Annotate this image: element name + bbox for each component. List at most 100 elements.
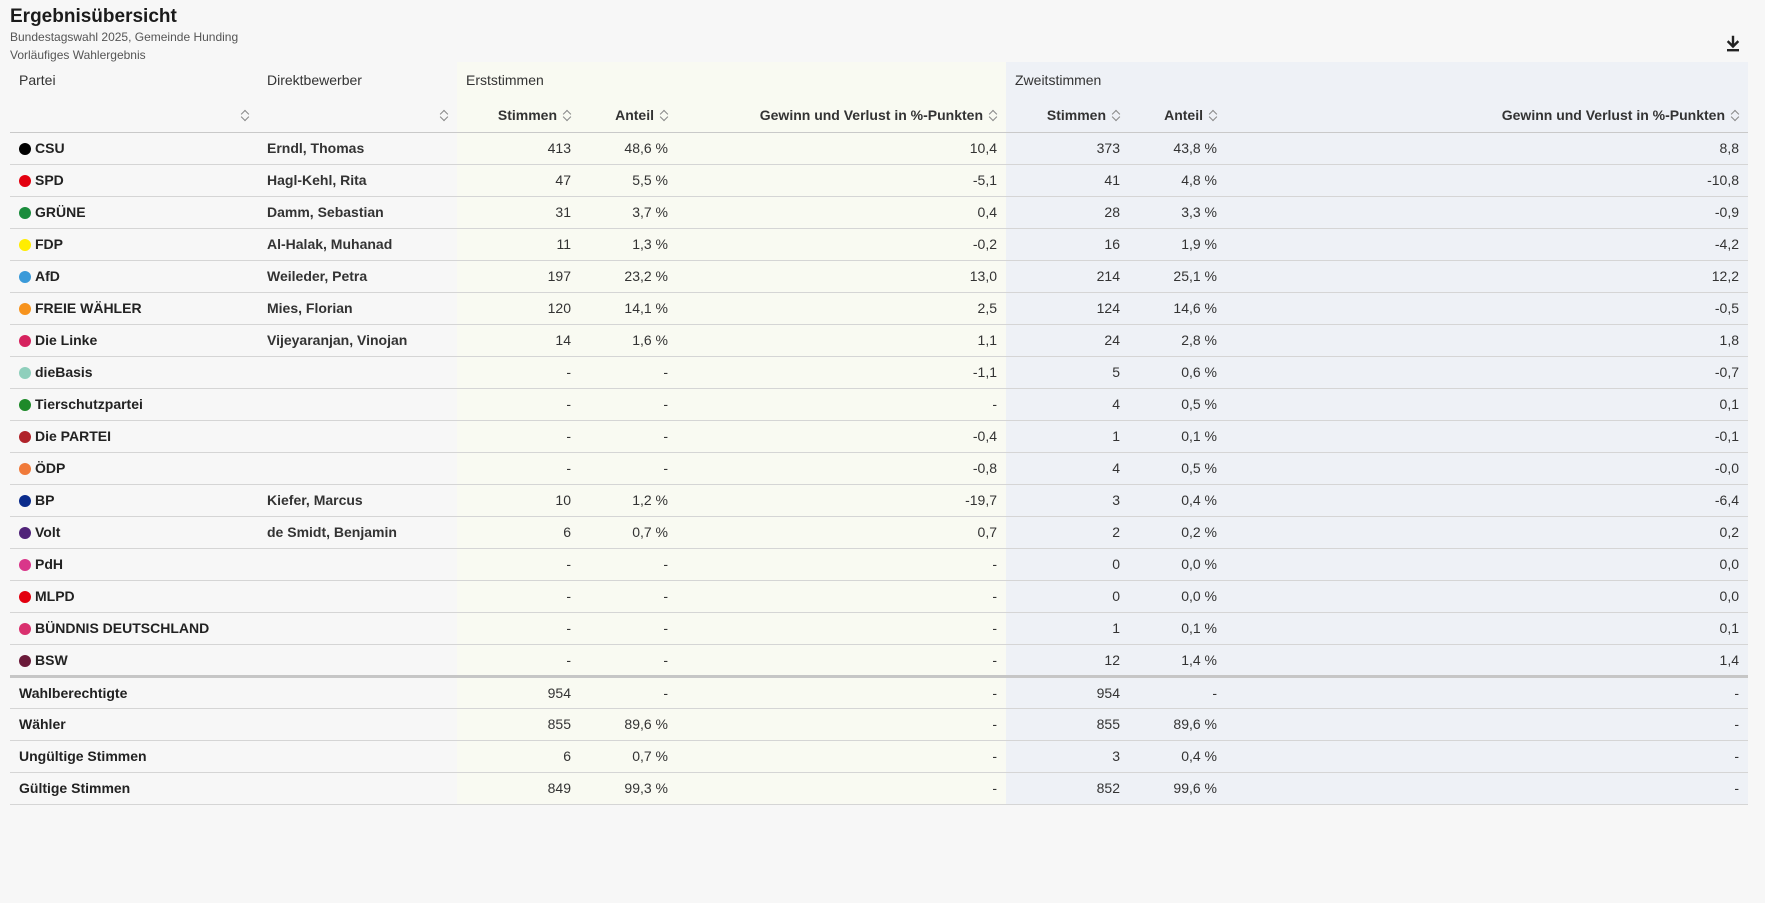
erst-stimmen-value: - [457, 356, 580, 389]
zweit-stimmen-value: 373 [1006, 132, 1129, 165]
erst-gewinn-value: - [677, 644, 1006, 678]
party-cell: GRÜNE [10, 196, 258, 229]
erst-gewinn-value: - [677, 740, 1006, 773]
party-cell: CSU [10, 132, 258, 165]
candidate-name [258, 612, 457, 645]
zweit-stimmen-value: 41 [1006, 164, 1129, 197]
party-cell: FDP [10, 228, 258, 261]
sort-partei-button[interactable] [10, 98, 258, 133]
party-color-dot-icon [19, 431, 31, 443]
download-icon[interactable] [1723, 34, 1743, 54]
erst-stimmen-value: 6 [457, 516, 580, 549]
zweit-gewinn-value: 0,1 [1226, 388, 1748, 421]
erst-gewinn-value: -5,1 [677, 164, 1006, 197]
erst-anteil-value: - [580, 356, 677, 389]
party-name: FDP [35, 236, 63, 252]
erst-gewinn-value: 2,5 [677, 292, 1006, 325]
party-name: SPD [35, 172, 64, 188]
party-cell: dieBasis [10, 356, 258, 389]
sort-zweit-stimmen-button[interactable]: Stimmen [1006, 98, 1129, 133]
sort-icon [440, 109, 448, 122]
zweit-stimmen-value: 4 [1006, 388, 1129, 421]
zweit-anteil-value: 0,5 % [1129, 452, 1226, 485]
sort-direktbewerber-button[interactable] [258, 98, 457, 133]
zweit-anteil-value: 0,5 % [1129, 388, 1226, 421]
header: Ergebnisübersicht Bundestagswahl 2025, G… [10, 6, 238, 64]
sort-erst-anteil-button[interactable]: Anteil [580, 98, 677, 133]
zweit-gewinn-value: 0,0 [1226, 580, 1748, 613]
table-row: BSW - - -12 1,4 % 1,4 [10, 644, 1748, 678]
total-label: Gültige Stimmen [10, 772, 457, 805]
sort-erst-gewinn-button[interactable]: Gewinn und Verlust in %-Punkten [677, 98, 1006, 133]
zweit-stimmen-value: 24 [1006, 324, 1129, 357]
sort-zweit-gewinn-button[interactable]: Gewinn und Verlust in %-Punkten [1226, 98, 1748, 133]
zweit-gewinn-value: -0,1 [1226, 420, 1748, 453]
zweit-gewinn-value: 8,8 [1226, 132, 1748, 165]
party-cell: BP [10, 484, 258, 517]
party-name: Volt [35, 524, 61, 540]
erst-anteil-value: - [580, 388, 677, 421]
zweit-stimmen-value: 954 [1006, 676, 1129, 709]
table-row: ÖDP - - -0,8 4 0,5 % -0,0 [10, 452, 1748, 485]
candidate-name: Weileder, Petra [258, 260, 457, 293]
candidate-name: Kiefer, Marcus [258, 484, 457, 517]
table-row: PdH - - -0 0,0 % 0,0 [10, 548, 1748, 581]
zweit-anteil-value: 43,8 % [1129, 132, 1226, 165]
erst-anteil-value: 1,3 % [580, 228, 677, 261]
table-row: MLPD - - -0 0,0 % 0,0 [10, 580, 1748, 613]
erst-gewinn-value: - [677, 708, 1006, 741]
candidate-name: Mies, Florian [258, 292, 457, 325]
erst-gewinn-value: -0,2 [677, 228, 1006, 261]
party-rows: CSU Erndl, Thomas 413 48,6 % 10,4 373 43,8 % 8,… [10, 132, 1748, 678]
erst-anteil-value: - [580, 548, 677, 581]
zweit-anteil-value: 89,6 % [1129, 708, 1226, 741]
erst-stimmen-value: 47 [457, 164, 580, 197]
party-name: AfD [35, 268, 60, 284]
party-cell: BÜNDNIS DEUTSCHLAND [10, 612, 258, 645]
zweit-anteil-value: 4,8 % [1129, 164, 1226, 197]
erst-gewinn-value: - [677, 676, 1006, 709]
candidate-name [258, 452, 457, 485]
zweit-stimmen-value: 2 [1006, 516, 1129, 549]
zweit-gewinn-value: 1,8 [1226, 324, 1748, 357]
zweit-gewinn-value: - [1226, 740, 1748, 773]
zweit-stimmen-value: 0 [1006, 548, 1129, 581]
totals-row: Wähler 855 89,6 % -855 89,6 % - [10, 708, 1748, 741]
erst-anteil-value: - [580, 612, 677, 645]
party-color-dot-icon [19, 207, 31, 219]
erst-stimmen-value: - [457, 612, 580, 645]
party-cell: BSW [10, 644, 258, 678]
total-rows: Wahlberechtigte 954- -954- - Wähler 855 89,6 %… [10, 676, 1748, 805]
erst-stimmen-value: 10 [457, 484, 580, 517]
zweit-stimmen-value: 16 [1006, 228, 1129, 261]
zweit-anteil-value: 0,0 % [1129, 580, 1226, 613]
zweit-gewinn-value: -0,5 [1226, 292, 1748, 325]
candidate-name [258, 548, 457, 581]
candidate-name [258, 644, 457, 678]
party-name: PdH [35, 556, 63, 572]
party-color-dot-icon [19, 654, 31, 667]
totals-row: Gültige Stimmen 849 99,3 % -852 99,6 % - [10, 772, 1748, 805]
party-cell: ÖDP [10, 452, 258, 485]
party-name: CSU [35, 140, 65, 156]
zweit-gewinn-value: -4,2 [1226, 228, 1748, 261]
erst-gewinn-value: - [677, 772, 1006, 805]
subtitle-election: Bundestagswahl 2025, Gemeinde Hunding [10, 30, 239, 44]
sort-icon [1209, 109, 1217, 122]
party-name: BÜNDNIS DEUTSCHLAND [35, 620, 210, 636]
erst-stimmen-value: 954 [457, 676, 580, 709]
party-color-dot-icon [19, 623, 31, 635]
zweit-gewinn-value: 0,0 [1226, 548, 1748, 581]
party-color-dot-icon [19, 335, 31, 347]
erst-anteil-value: - [580, 580, 677, 613]
zweit-anteil-value: 0,1 % [1129, 420, 1226, 453]
zweit-anteil-value: 14,6 % [1129, 292, 1226, 325]
totals-row: Wahlberechtigte 954- -954- - [10, 676, 1748, 709]
erst-stimmen-value: 11 [457, 228, 580, 261]
erst-stimmen-value: - [457, 580, 580, 613]
sort-erst-stimmen-button[interactable]: Stimmen [457, 98, 580, 133]
candidate-name [258, 420, 457, 453]
party-color-dot-icon [19, 143, 31, 155]
party-color-dot-icon [19, 527, 31, 539]
sort-zweit-anteil-button[interactable]: Anteil [1129, 98, 1226, 133]
